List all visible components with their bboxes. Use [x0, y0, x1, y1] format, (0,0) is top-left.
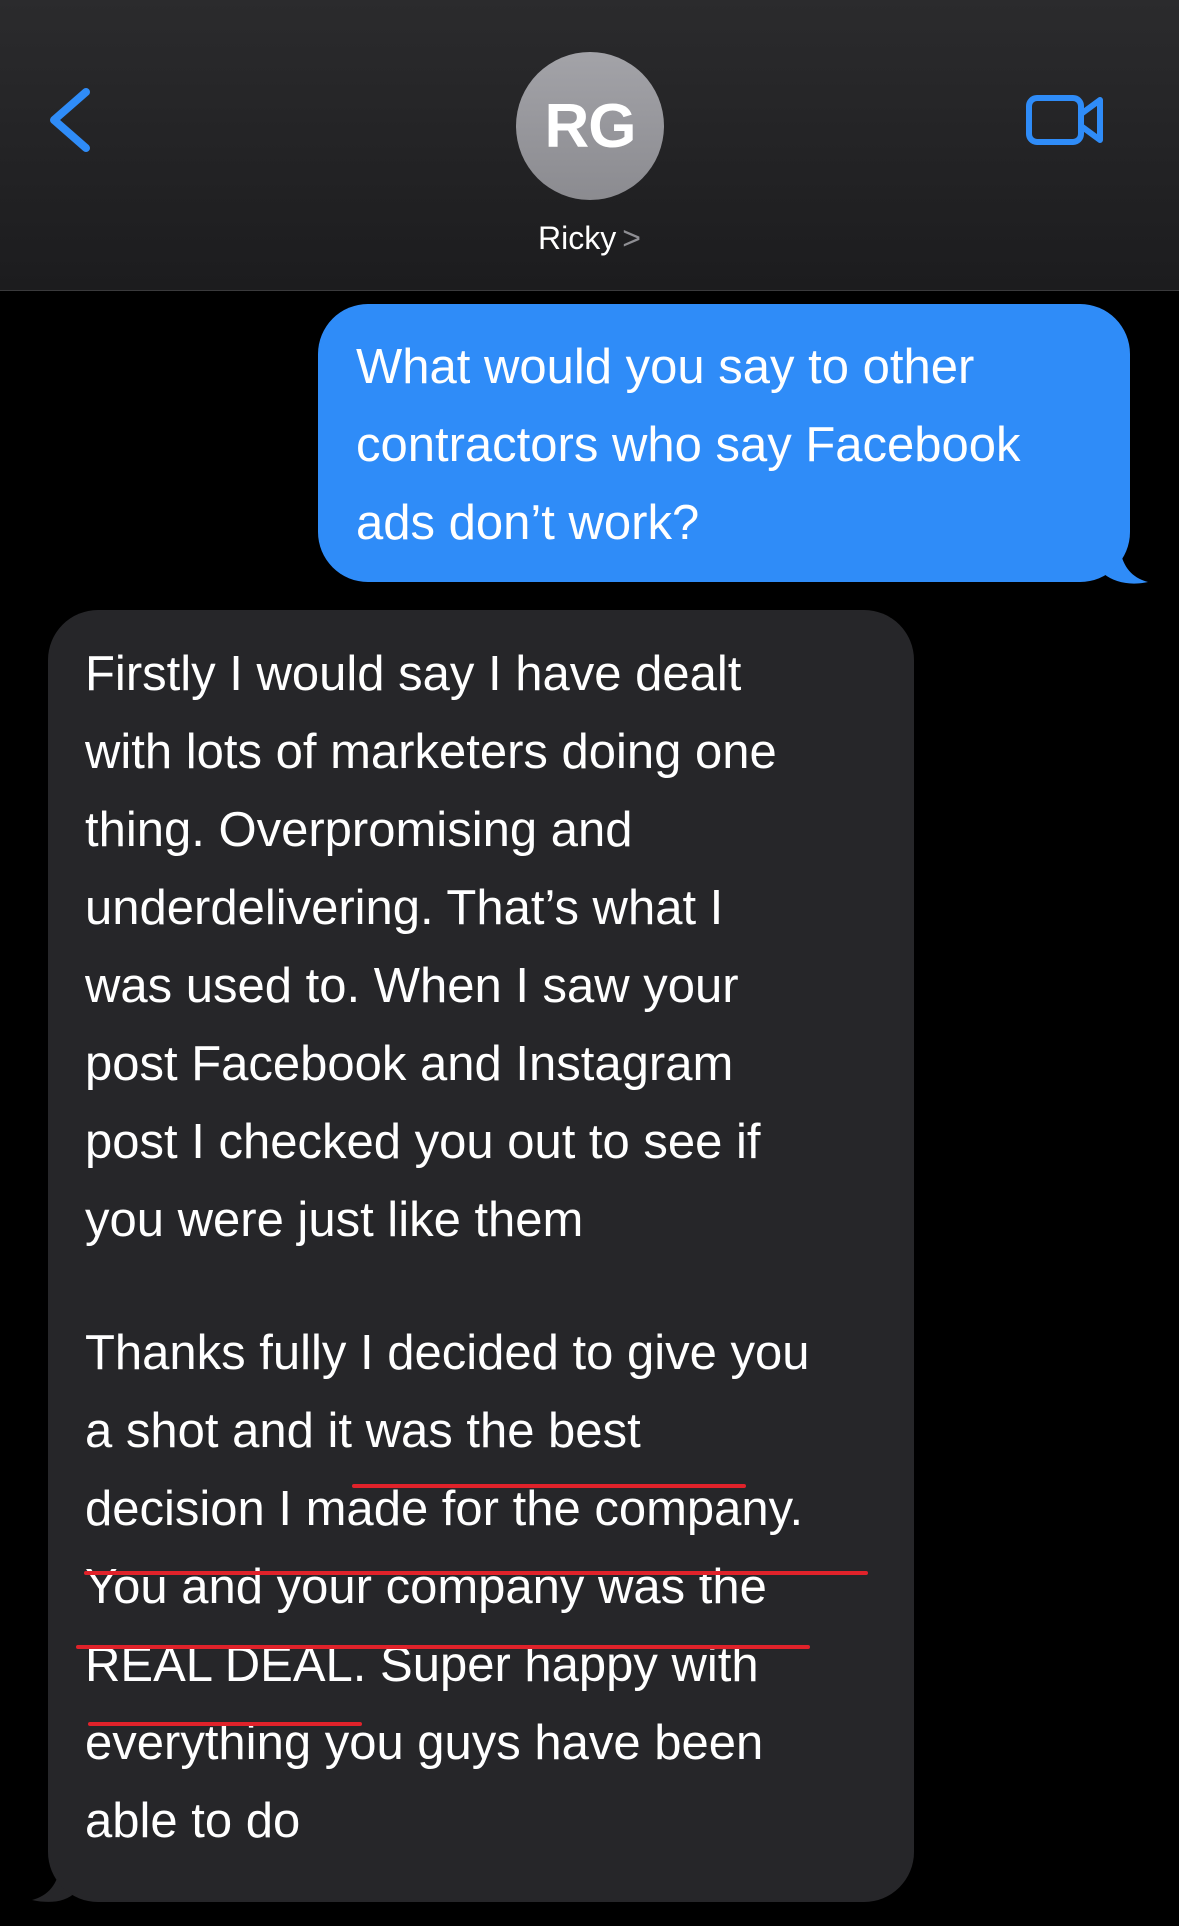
- message-line: Thanks fully I decided to give you: [85, 1326, 810, 1380]
- message-line: was used to. When I saw your: [85, 959, 739, 1013]
- message-line: you were just like them: [85, 1193, 584, 1247]
- avatar-initials: RG: [544, 91, 637, 161]
- message-line: Firstly I would say I have dealt: [85, 647, 742, 701]
- message-line: decision I made for the company.: [85, 1482, 804, 1536]
- message-line: post Facebook and Instagram: [85, 1037, 734, 1091]
- message-line: thing. Overpromising and: [85, 803, 633, 857]
- contact-name-button[interactable]: Ricky >: [0, 220, 1179, 257]
- message-bubble-sent[interactable]: What would you say to other contractors …: [318, 304, 1130, 582]
- chevron-left-icon: [50, 88, 90, 152]
- message-line: contractors who say Facebook: [356, 418, 1021, 472]
- message-line: What would you say to other: [356, 340, 975, 394]
- message-line: ads don’t work?: [356, 496, 700, 550]
- message-line: You and your company was the: [85, 1560, 767, 1614]
- message-line: with lots of marketers doing one: [85, 725, 777, 779]
- message-line: REAL DEAL. Super happy with: [85, 1638, 759, 1692]
- facetime-video-button[interactable]: [1020, 88, 1110, 152]
- contact-name: Ricky: [538, 220, 617, 256]
- conversation-header: RG Ricky >: [0, 0, 1179, 291]
- message-line: underdelivering. That’s what I: [85, 881, 724, 935]
- message-bubble-received[interactable]: Firstly I would say I have dealt with lo…: [48, 610, 914, 1902]
- message-line: post I checked you out to see if: [85, 1115, 761, 1169]
- message-line: a shot and it was the best: [85, 1404, 641, 1458]
- video-camera-icon: [1026, 95, 1103, 145]
- message-line: able to do: [85, 1794, 301, 1848]
- avatar[interactable]: RG: [516, 52, 664, 200]
- back-button[interactable]: [38, 78, 98, 158]
- chevron-right-icon: >: [622, 220, 641, 256]
- highlight-underline: [352, 1484, 746, 1488]
- highlight-underline: [76, 1645, 810, 1649]
- highlight-underline: [84, 1571, 868, 1575]
- message-line: everything you guys have been: [85, 1716, 764, 1770]
- highlight-underline: [88, 1722, 362, 1726]
